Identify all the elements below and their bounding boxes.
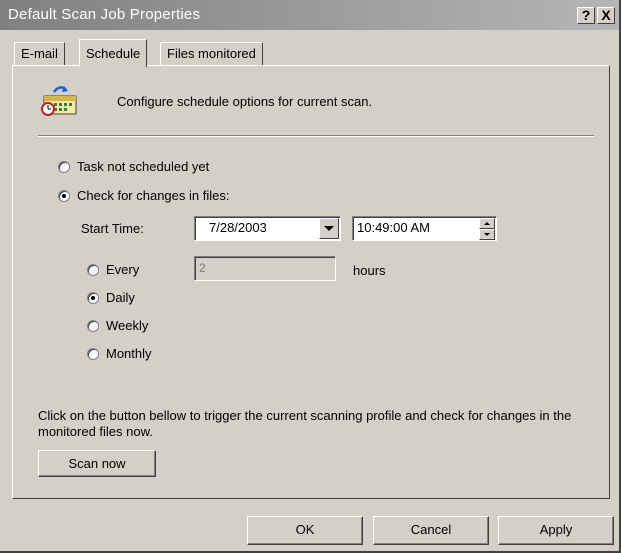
scan-now-button[interactable]: Scan now: [38, 450, 156, 477]
option-not-scheduled[interactable]: Task not scheduled yet: [58, 159, 209, 174]
start-time-spinner[interactable]: 10:49:00 AM: [352, 216, 497, 241]
scan-now-info-text: Click on the button bellow to trigger th…: [38, 408, 572, 439]
dropdown-arrow-button[interactable]: [319, 218, 339, 239]
every-hours-input[interactable]: 2: [194, 256, 336, 281]
option-check-changes-label: Check for changes in files:: [77, 188, 230, 203]
window-title: Default Scan Job Properties: [8, 6, 201, 23]
tab-email[interactable]: E-mail: [14, 42, 65, 65]
help-button[interactable]: ?: [577, 7, 595, 24]
frequency-monthly[interactable]: Monthly: [87, 346, 152, 361]
frequency-every[interactable]: Every: [87, 262, 139, 277]
tab-schedule[interactable]: Schedule: [79, 39, 148, 67]
radio-every[interactable]: [87, 263, 99, 276]
title-bar[interactable]: Default Scan Job Properties ? X: [0, 0, 619, 30]
header-description: Configure schedule options for current s…: [117, 94, 373, 109]
ok-button[interactable]: OK: [247, 516, 363, 545]
frequency-weekly[interactable]: Weekly: [87, 318, 148, 333]
start-time-value: 10:49:00 AM: [357, 220, 430, 235]
radio-weekly[interactable]: [87, 319, 99, 332]
spin-up-button[interactable]: [479, 218, 495, 229]
monthly-label: Monthly: [106, 346, 152, 361]
radio-monthly[interactable]: [87, 347, 99, 360]
start-date-dropdown[interactable]: 7/28/2003: [194, 216, 341, 241]
radio-daily[interactable]: [87, 291, 99, 304]
properties-dialog: Default Scan Job Properties ? X E-mail S…: [0, 0, 621, 553]
header-divider: [38, 135, 594, 137]
arrow-down-icon: [484, 233, 490, 236]
every-label: Every: [106, 262, 140, 277]
start-time-label: Start Time:: [81, 221, 144, 236]
spin-down-button[interactable]: [479, 229, 495, 240]
start-date-value: 7/28/2003: [209, 220, 267, 235]
option-not-scheduled-label: Task not scheduled yet: [77, 159, 210, 174]
arrow-up-icon: [484, 222, 490, 225]
daily-label: Daily: [106, 290, 135, 305]
tab-files-monitored[interactable]: Files monitored: [160, 42, 263, 65]
schedule-calendar-icon: [41, 86, 77, 116]
every-unit-label: hours: [353, 263, 386, 278]
weekly-label: Weekly: [106, 318, 149, 333]
cancel-button[interactable]: Cancel: [373, 516, 489, 545]
apply-button[interactable]: Apply: [498, 516, 614, 545]
frequency-daily[interactable]: Daily: [87, 290, 135, 305]
close-button[interactable]: X: [597, 7, 615, 24]
radio-check-changes[interactable]: [58, 189, 70, 202]
radio-not-scheduled[interactable]: [58, 160, 70, 173]
chevron-down-icon: [324, 226, 334, 231]
option-check-changes[interactable]: Check for changes in files:: [58, 188, 229, 203]
